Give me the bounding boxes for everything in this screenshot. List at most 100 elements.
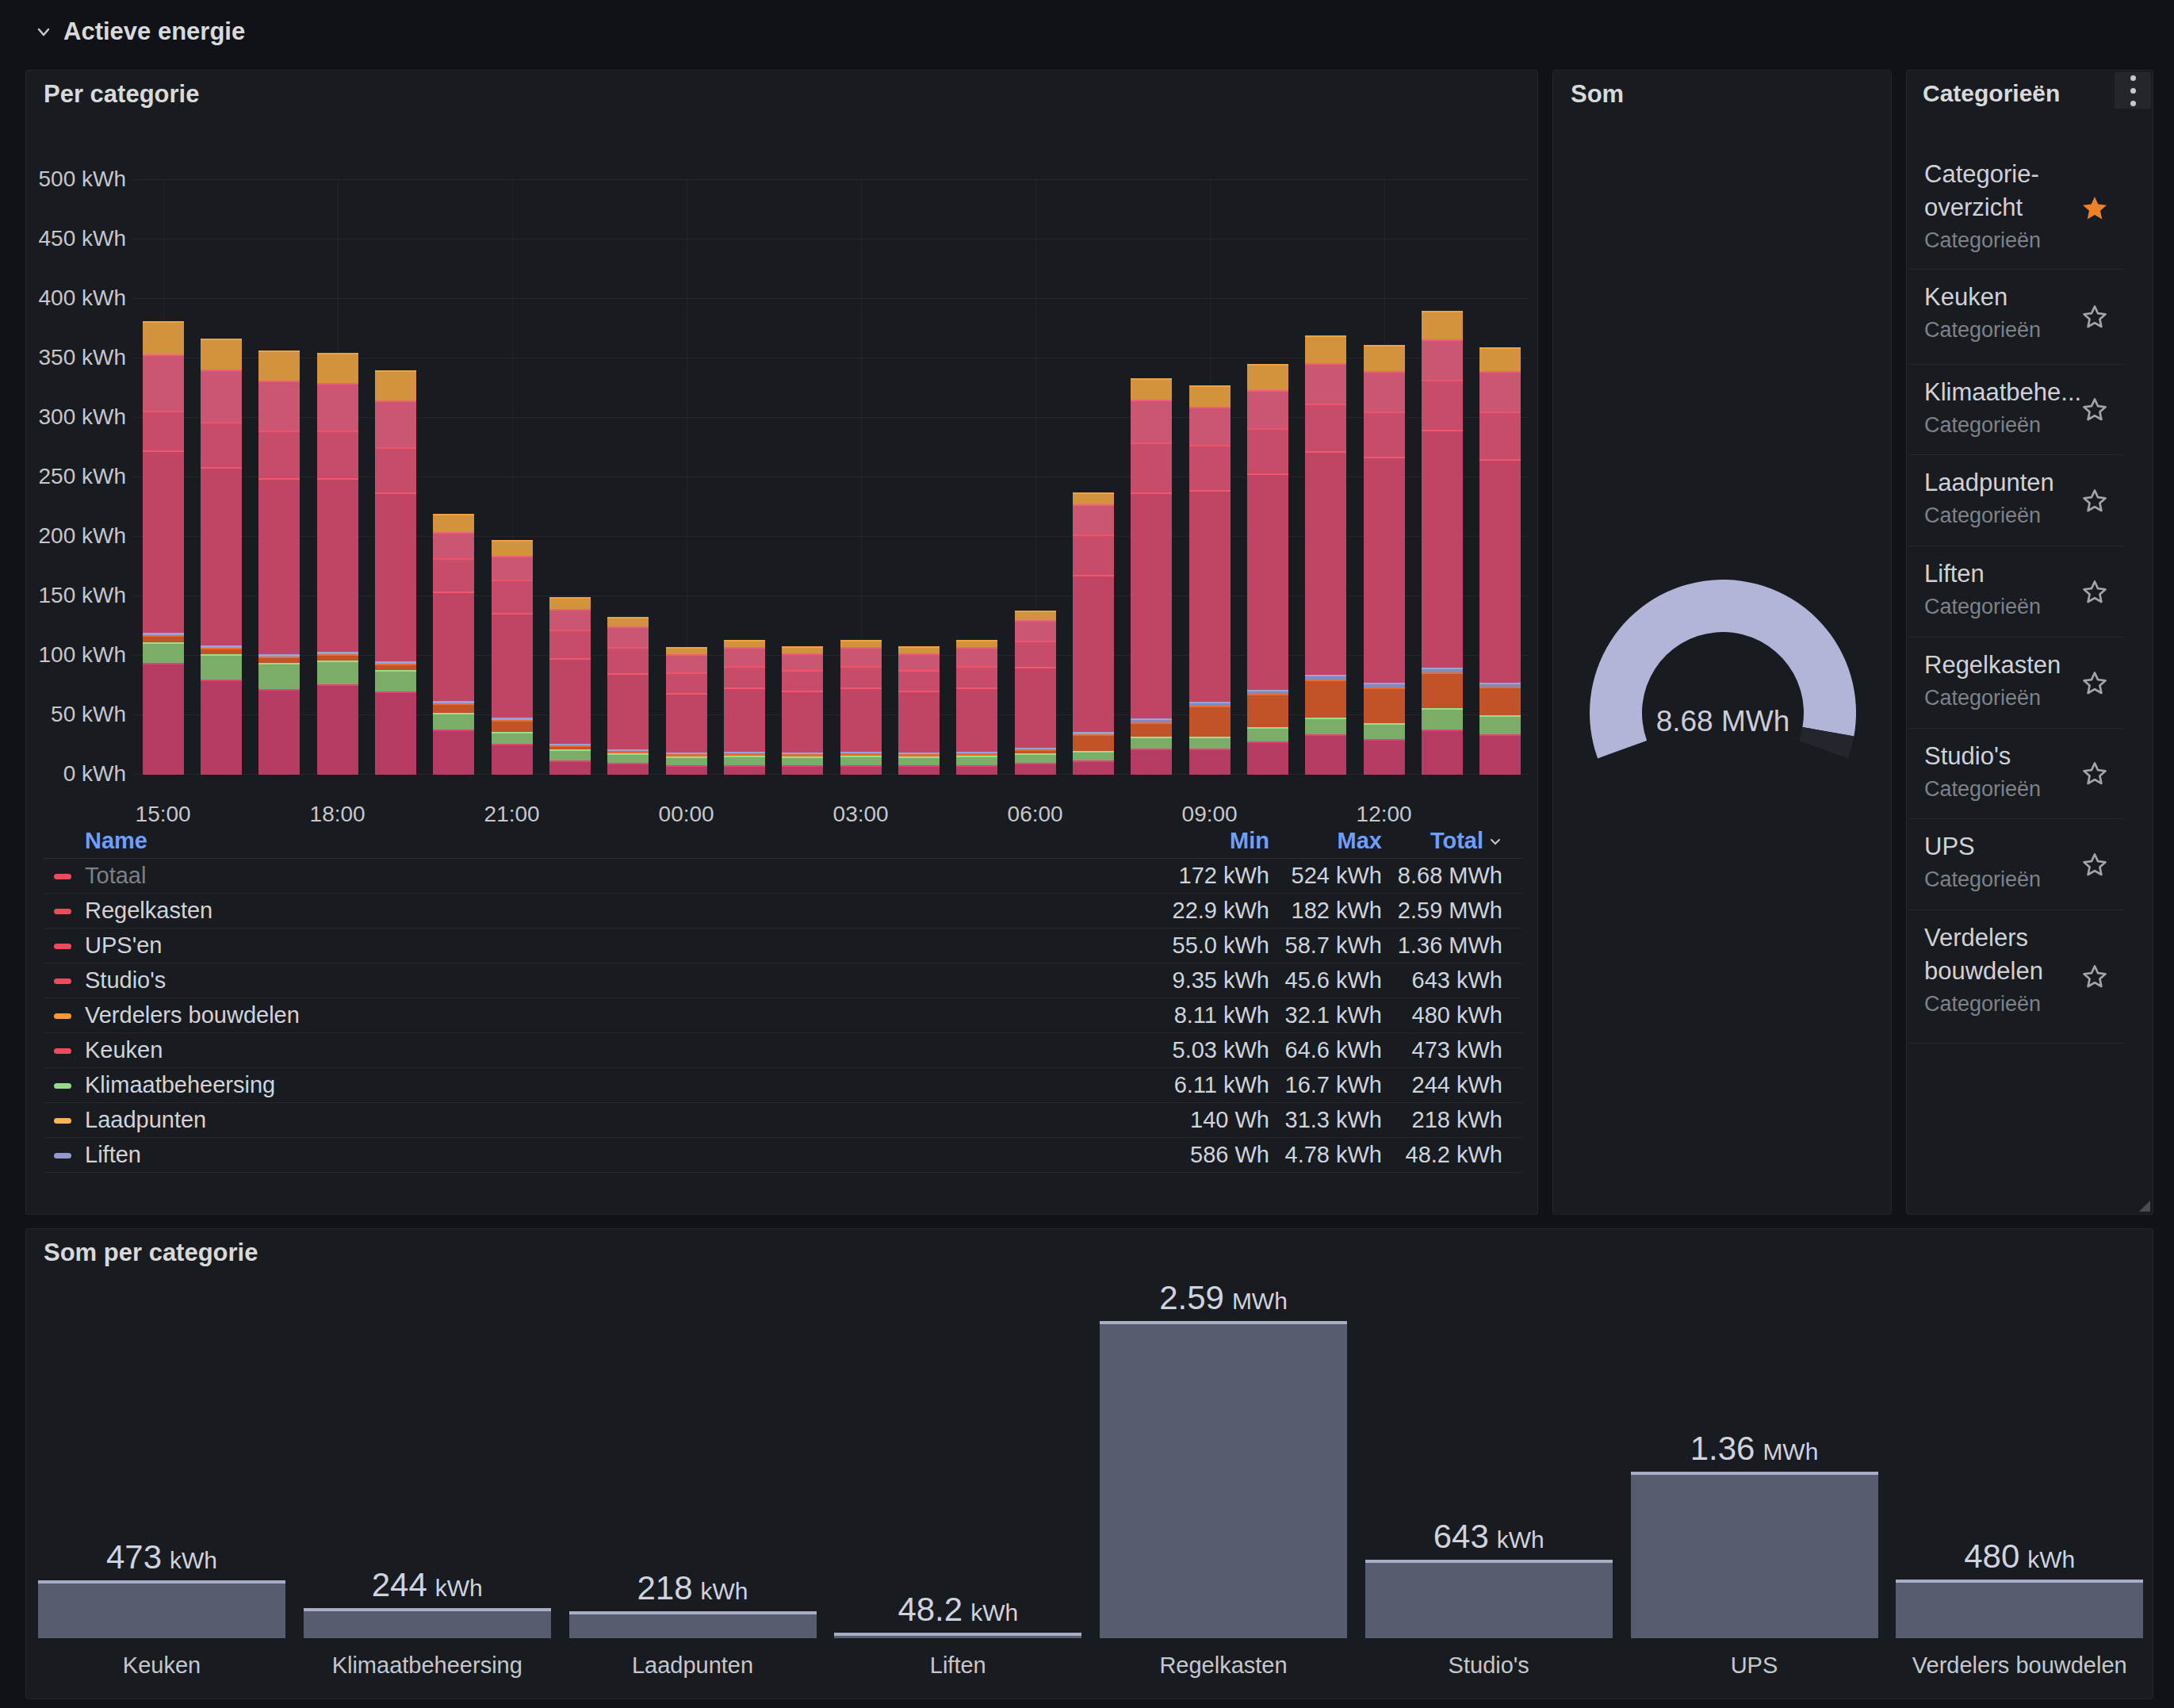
bar-segment-klimaatbeheersing — [1305, 718, 1346, 734]
dashboard-link-item[interactable]: RegelkastenCategorieën — [1907, 638, 2153, 729]
dashboard-link-item[interactable]: UPSCategorieën — [1907, 819, 2153, 910]
star-filled-icon[interactable] — [2080, 194, 2109, 223]
dashboard-link-title: Laadpunten — [1924, 466, 2153, 500]
legend-row: Klimaatbeheersing6.11 kWh16.7 kWh244 kWh — [44, 1068, 1521, 1103]
bar-segment-regelkasten — [1479, 459, 1521, 683]
stacked-bar — [1422, 311, 1463, 775]
bar-value-label: 218kWh — [569, 1570, 817, 1614]
stacked-bar — [1015, 611, 1056, 775]
bar-value-number: 643 — [1433, 1518, 1489, 1555]
kebab-menu-icon[interactable] — [2115, 72, 2151, 109]
bar-segment-verdelersbouwdelen — [782, 646, 823, 653]
bar-segment-studios — [258, 431, 300, 478]
y-tick-label: 400 kWh — [26, 285, 126, 311]
sort-caret-icon — [1488, 834, 1502, 848]
bar-segment-studios — [607, 647, 649, 673]
bar-segment-laadpunten — [1479, 687, 1521, 715]
bar-segment-verdelersbouwdelen — [1422, 311, 1463, 339]
y-tick-label: 250 kWh — [26, 464, 126, 489]
stacked-bar — [1479, 347, 1521, 775]
legend-series-name[interactable]: Totaal — [85, 863, 146, 889]
panel-resize-handle[interactable] — [2139, 1201, 2150, 1212]
panel-title-som-per-categorie[interactable]: Som per categorie — [44, 1239, 258, 1267]
legend-total-value: 480 kWh — [1312, 1002, 1502, 1028]
dashboard-link-title: Klimaatbehe... — [1924, 376, 2153, 409]
bar-segment-laadpunten — [492, 720, 533, 732]
bar-x-label: Regelkasten — [1089, 1652, 1358, 1679]
dashboard-link-item[interactable]: VerdelersbouwdelenCategorieën — [1907, 910, 2153, 1044]
panel-som: Som 8.68 MWh — [1552, 70, 1892, 1215]
legend-series-name[interactable]: Studio's — [85, 967, 166, 994]
bar-segment-studios — [1422, 380, 1463, 430]
bar-segment-upsen — [258, 381, 300, 431]
bar-segment-regelkasten — [143, 450, 184, 633]
legend-header-total[interactable]: Total — [1312, 828, 1502, 854]
bar-x-label: UPS — [1620, 1652, 1889, 1679]
dashboard-link-item[interactable]: LaadpuntenCategorieën — [1907, 455, 2153, 546]
star-outline-icon[interactable] — [2080, 396, 2109, 424]
dashboard-link-title: UPS — [1924, 830, 2153, 864]
legend-series-name[interactable]: Regelkasten — [85, 898, 212, 924]
bar-segment-regelkasten — [375, 492, 416, 661]
bar-segment-verdelersbouwdelen — [1015, 611, 1056, 620]
dashboard-link-item[interactable]: Categorie-overzichtCategorieën — [1907, 147, 2153, 270]
gridline — [134, 179, 1529, 180]
dashboard-link-item[interactable]: Studio'sCategorieën — [1907, 729, 2153, 819]
star-outline-icon[interactable] — [2080, 963, 2109, 991]
star-outline-icon[interactable] — [2080, 578, 2109, 607]
panel-title-per-categorie[interactable]: Per categorie — [44, 80, 199, 109]
bar-segment-regelkasten — [317, 478, 358, 652]
star-outline-icon[interactable] — [2080, 487, 2109, 515]
bar-segment-klimaatbeheersing — [143, 642, 184, 663]
stacked-bar — [898, 646, 940, 775]
bar-segment-verdelersbouwdelen — [840, 640, 882, 647]
legend-series-name[interactable]: Laadpunten — [85, 1107, 206, 1133]
bar-segment-regelkasten — [1305, 451, 1346, 675]
bar-segment-upsen — [317, 383, 358, 431]
bar-segment-studios — [143, 411, 184, 450]
y-tick-label: 0 kWh — [26, 761, 126, 787]
bar-segment-upsen — [1247, 390, 1288, 428]
bar-segment-studios — [782, 670, 823, 691]
bar-segment-keuken — [375, 691, 416, 775]
legend-total-value: 2.59 MWh — [1312, 898, 1502, 924]
bar-segment-klimaatbeheersing — [258, 663, 300, 689]
panel-title-som[interactable]: Som — [1571, 80, 1624, 109]
legend-series-name[interactable]: UPS'en — [85, 933, 162, 959]
stacked-bar — [258, 350, 300, 775]
star-outline-icon[interactable] — [2080, 851, 2109, 879]
bar-segment-laadpunten — [258, 657, 300, 663]
dashboard-link-subtitle: Categorieën — [1924, 592, 2153, 621]
star-outline-icon[interactable] — [2080, 760, 2109, 788]
stacked-bar — [1247, 364, 1288, 775]
legend-header-name[interactable]: Name — [85, 828, 147, 854]
bar-segment-verdelersbouwdelen — [433, 514, 474, 532]
legend-series-name[interactable]: Liften — [85, 1142, 141, 1168]
bar-x-label: Keuken — [27, 1652, 297, 1679]
bar-segment-keuken — [201, 680, 242, 775]
star-outline-icon[interactable] — [2080, 303, 2109, 331]
legend-series-name[interactable]: Klimaatbeheersing — [85, 1072, 275, 1098]
row-header[interactable]: Actieve energie — [35, 17, 245, 46]
panel-title-categorieen[interactable]: Categorieën — [1923, 80, 2060, 107]
bar-segment-regelkasten — [607, 673, 649, 749]
bar-segment-studios — [1015, 641, 1056, 667]
bar-segment-klimaatbeheersing — [1073, 751, 1114, 760]
legend-swatch — [54, 1153, 71, 1158]
legend-series-name[interactable]: Keuken — [85, 1037, 163, 1063]
bar-segment-klimaatbeheersing — [201, 654, 242, 680]
star-outline-icon[interactable] — [2080, 669, 2109, 698]
bar-segment-keuken — [607, 763, 649, 775]
bar-segment-keuken — [1189, 749, 1231, 775]
bar-segment-regelkasten — [898, 691, 940, 753]
legend-row: UPS'en55.0 kWh58.7 kWh1.36 MWh — [44, 929, 1521, 963]
bar-segment-laadpunten — [375, 664, 416, 670]
legend-series-name[interactable]: Verdelers bouwdelen — [85, 1002, 300, 1028]
dashboard-link-item[interactable]: Klimaatbehe...Categorieën — [1907, 365, 2153, 455]
dashboard-link-item[interactable]: KeukenCategorieën — [1907, 270, 2153, 365]
legend-total-value: 8.68 MWh — [1312, 863, 1502, 889]
dashboard-link-item[interactable]: LiftenCategorieën — [1907, 546, 2153, 638]
legend-swatch — [54, 944, 71, 949]
dashboard-link-title: Keuken — [1924, 281, 2153, 314]
bar-segment-regelkasten — [666, 693, 707, 753]
